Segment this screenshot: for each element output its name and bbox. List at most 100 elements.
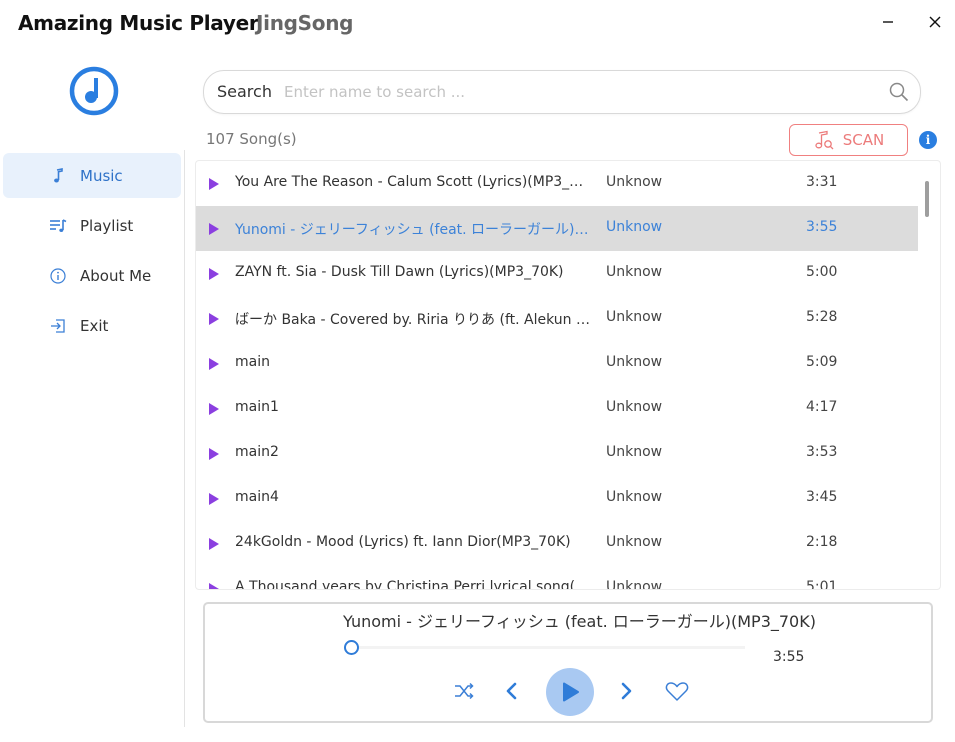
info-symbol: i xyxy=(925,133,931,147)
song-row[interactable]: ばーか Baka - Covered by. Riria りりあ (ft. Al… xyxy=(196,296,918,341)
song-artist: Unknow xyxy=(606,354,663,370)
play-triangle-icon[interactable] xyxy=(208,537,220,551)
song-count: 107 Song(s) xyxy=(206,130,297,148)
song-row[interactable]: You Are The Reason - Calum Scott (Lyrics… xyxy=(196,161,918,206)
sidebar-item-label: Playlist xyxy=(80,216,134,235)
minimize-icon xyxy=(883,21,893,23)
scan-label: SCAN xyxy=(842,131,885,149)
song-duration: 5:09 xyxy=(806,354,838,370)
play-triangle-icon[interactable] xyxy=(208,357,220,371)
play-triangle-icon[interactable] xyxy=(208,312,220,326)
player-duration: 3:55 xyxy=(773,649,805,665)
sidebar-item-label: Music xyxy=(80,166,123,185)
close-button[interactable] xyxy=(920,8,950,36)
search-input[interactable] xyxy=(282,79,866,105)
song-title: ZAYN ft. Sia - Dusk Till Dawn (Lyrics)(M… xyxy=(235,264,564,280)
playlist-icon xyxy=(49,217,67,235)
play-icon xyxy=(563,682,579,702)
exit-icon xyxy=(49,317,67,335)
song-title: 24kGoldn - Mood (Lyrics) ft. Iann Dior(M… xyxy=(235,534,571,550)
info-circle-icon xyxy=(49,267,67,285)
search-bar: Search xyxy=(203,70,921,114)
sidebar-divider xyxy=(184,150,185,727)
sidebar-item-music[interactable]: Music xyxy=(3,153,181,198)
song-title: A Thousand years by Christina Perri lyri… xyxy=(235,579,576,589)
song-row[interactable]: main1 Unknow 4:17 xyxy=(196,386,918,431)
play-triangle-icon[interactable] xyxy=(208,267,220,281)
now-playing-title: Yunomi - ジェリーフィッシュ (feat. ローラーガール)(MP3_7… xyxy=(343,612,816,631)
song-artist: Unknow xyxy=(606,264,663,280)
scan-music-icon xyxy=(815,130,834,150)
song-title: main2 xyxy=(235,444,279,460)
progress-knob[interactable] xyxy=(344,640,359,655)
song-row[interactable]: 24kGoldn - Mood (Lyrics) ft. Iann Dior(M… xyxy=(196,521,918,566)
song-title: main4 xyxy=(235,489,279,505)
song-title: ばーか Baka - Covered by. Riria りりあ (ft. Al… xyxy=(235,312,591,328)
song-row[interactable]: Yunomi - ジェリーフィッシュ (feat. ローラーガール)(MP3_7… xyxy=(196,206,918,251)
song-row[interactable]: main4 Unknow 3:45 xyxy=(196,476,918,521)
search-label: Search xyxy=(217,82,272,101)
sidebar-item-exit[interactable]: Exit xyxy=(3,303,181,348)
previous-button[interactable] xyxy=(497,676,527,706)
progress-track[interactable] xyxy=(353,646,745,649)
search-icon[interactable] xyxy=(888,81,910,103)
song-row[interactable]: A Thousand years by Christina Perri lyri… xyxy=(196,566,918,589)
song-list: You Are The Reason - Calum Scott (Lyrics… xyxy=(196,161,918,589)
song-duration: 5:00 xyxy=(806,264,838,280)
song-duration: 3:31 xyxy=(806,174,838,190)
song-duration: 5:01 xyxy=(806,579,838,589)
play-triangle-icon[interactable] xyxy=(208,222,220,236)
app-logo-icon xyxy=(69,66,119,116)
player-bar: Yunomi - ジェリーフィッシュ (feat. ローラーガール)(MP3_7… xyxy=(203,602,933,723)
song-artist: Unknow xyxy=(606,489,663,505)
song-row[interactable]: ZAYN ft. Sia - Dusk Till Dawn (Lyrics)(M… xyxy=(196,251,918,296)
scrollbar-thumb[interactable] xyxy=(925,181,929,217)
shuffle-button[interactable] xyxy=(449,676,479,706)
chevron-left-icon xyxy=(506,682,517,700)
song-duration: 2:18 xyxy=(806,534,838,550)
minimize-button[interactable] xyxy=(873,8,903,36)
chevron-right-icon xyxy=(621,682,632,700)
song-artist: Unknow xyxy=(606,534,663,550)
play-button[interactable] xyxy=(546,668,594,716)
sidebar-item-about-me[interactable]: About Me xyxy=(3,253,181,298)
sidebar-item-playlist[interactable]: Playlist xyxy=(3,203,181,248)
scan-button[interactable]: SCAN xyxy=(789,124,908,156)
song-duration: 4:17 xyxy=(806,399,838,415)
song-title: You Are The Reason - Calum Scott (Lyrics… xyxy=(235,174,591,190)
song-artist: Unknow xyxy=(606,444,663,460)
song-artist: Unknow xyxy=(606,399,663,415)
play-triangle-icon[interactable] xyxy=(208,177,220,191)
heart-icon xyxy=(665,682,689,701)
music-note-icon xyxy=(49,167,67,185)
title-bar: Amazing Music Player JingSong xyxy=(0,0,955,50)
song-row[interactable]: main2 Unknow 3:53 xyxy=(196,431,918,476)
song-duration: 3:45 xyxy=(806,489,838,505)
next-button[interactable] xyxy=(611,676,641,706)
song-duration: 3:55 xyxy=(806,219,838,235)
song-artist: Unknow xyxy=(606,174,663,190)
play-triangle-icon[interactable] xyxy=(208,582,220,589)
song-title: Yunomi - ジェリーフィッシュ (feat. ローラーガール)(MP3_7… xyxy=(235,222,591,238)
song-duration: 3:53 xyxy=(806,444,838,460)
song-artist: Unknow xyxy=(606,309,663,325)
shuffle-icon xyxy=(455,682,474,700)
song-list-panel: You Are The Reason - Calum Scott (Lyrics… xyxy=(195,160,941,590)
play-triangle-icon[interactable] xyxy=(208,402,220,416)
favorite-button[interactable] xyxy=(662,676,692,706)
play-triangle-icon[interactable] xyxy=(208,492,220,506)
song-duration: 5:28 xyxy=(806,309,838,325)
song-title: main xyxy=(235,354,270,370)
play-triangle-icon[interactable] xyxy=(208,447,220,461)
song-artist: Unknow xyxy=(606,219,663,235)
info-icon[interactable]: i xyxy=(919,131,937,149)
sidebar-nav: Music Playlist About Me Exit xyxy=(3,153,181,353)
song-title: main1 xyxy=(235,399,279,415)
app-title: Amazing Music Player xyxy=(18,11,259,35)
sidebar-item-label: Exit xyxy=(80,316,109,335)
sidebar-item-label: About Me xyxy=(80,266,152,285)
close-icon xyxy=(929,16,941,28)
song-row[interactable]: main Unknow 5:09 xyxy=(196,341,918,386)
app-subtitle: JingSong xyxy=(256,11,354,35)
song-artist: Unknow xyxy=(606,579,663,589)
